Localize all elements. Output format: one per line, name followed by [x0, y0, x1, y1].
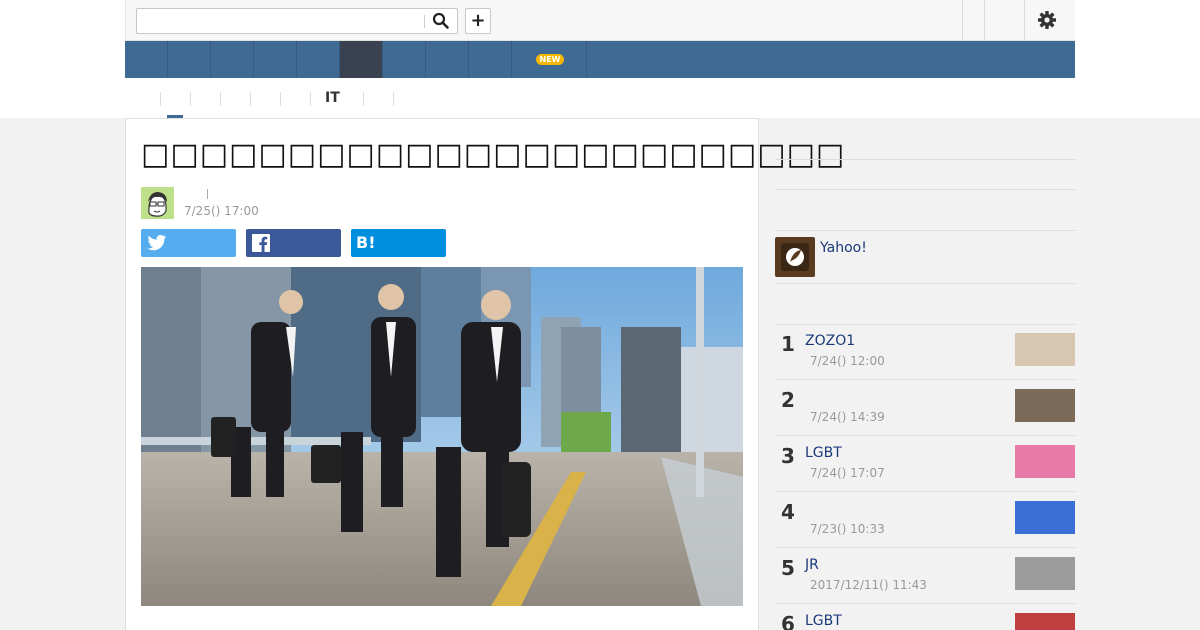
author-avatar[interactable] [141, 187, 174, 219]
rank-date: 7/24() 12:00 [810, 354, 885, 368]
rank-number: 6 [781, 612, 795, 630]
rank-number: 4 [781, 500, 795, 524]
ranking-item[interactable]: 5 JR 2017/12/11() 11:43 [775, 548, 1075, 604]
subnav-divider [190, 92, 191, 106]
sidebar-divider [775, 159, 1075, 160]
rank-thumbnail[interactable] [1015, 389, 1075, 422]
rank-title[interactable]: JR [805, 557, 819, 573]
rank-date: 7/24() 14:39 [810, 410, 885, 424]
article-title: □□□□□□□□□□□□□□□□□□□□□□□□ [141, 137, 846, 172]
header-divider [984, 0, 985, 40]
quill-icon[interactable] [775, 237, 815, 277]
rank-number: 2 [781, 388, 795, 412]
ranking-item[interactable]: 4 7/23() 10:33 [775, 492, 1075, 548]
nav-item[interactable] [211, 41, 254, 78]
ranking-item[interactable]: 6 LGBT [775, 604, 1075, 630]
add-button[interactable]: + [465, 8, 491, 34]
ranking-item[interactable]: 2 7/24() 14:39 [775, 380, 1075, 436]
sidebar-divider [775, 189, 1075, 190]
yahoo-link[interactable]: Yahoo! [820, 240, 867, 256]
subnav-divider [310, 92, 311, 106]
nav-item-active[interactable] [340, 41, 383, 78]
rank-title[interactable]: ZOZO1 [805, 333, 855, 349]
rank-number: 1 [781, 332, 795, 356]
twitter-share-button[interactable] [141, 229, 236, 257]
gear-icon[interactable] [1037, 10, 1057, 30]
nav-item[interactable] [469, 41, 512, 78]
twitter-icon [147, 235, 167, 251]
facebook-share-button[interactable] [246, 229, 341, 257]
main-nav: NEW [125, 41, 1075, 78]
nav-item[interactable] [297, 41, 340, 78]
rank-thumbnail[interactable] [1015, 613, 1075, 630]
nav-item[interactable] [426, 41, 469, 78]
header-divider [962, 0, 963, 40]
rank-date: 7/23() 10:33 [810, 522, 885, 536]
nav-item[interactable] [383, 41, 426, 78]
search-icon[interactable] [432, 12, 452, 30]
rank-thumbnail[interactable] [1015, 501, 1075, 534]
nav-item[interactable] [168, 41, 211, 78]
sub-nav: IT [125, 78, 1075, 119]
hatena-icon: B! [356, 233, 376, 252]
article-panel: □□□□□□□□□□□□□□□□□□□□□□□□ 7/25() 17:00 B! [125, 118, 844, 630]
new-badge: NEW [536, 54, 564, 65]
facebook-icon [252, 234, 270, 252]
rank-number: 3 [781, 444, 795, 468]
rank-date: 2017/12/11() 11:43 [810, 578, 927, 592]
rank-thumbnail[interactable] [1015, 333, 1075, 366]
rank-number: 5 [781, 556, 795, 580]
search-divider [424, 15, 425, 28]
subnav-divider [250, 92, 251, 106]
hatena-bookmark-button[interactable]: B! [351, 229, 446, 257]
ranking-item[interactable]: 1 ZOZO1 7/24() 12:00 [775, 324, 1075, 380]
search-input[interactable] [139, 11, 419, 31]
subnav-divider [220, 92, 221, 106]
header-divider [1024, 0, 1025, 40]
rank-thumbnail[interactable] [1015, 557, 1075, 590]
article-date: 7/25() 17:00 [184, 204, 259, 218]
rank-date: 7/24() 17:07 [810, 466, 885, 480]
nav-item[interactable] [254, 41, 297, 78]
subnav-divider [160, 92, 161, 106]
nav-item[interactable] [125, 41, 168, 78]
search-box [136, 8, 458, 34]
subnav-divider [393, 92, 394, 106]
subnav-divider [363, 92, 364, 106]
sidebar-divider [775, 230, 1075, 231]
site-header: + [125, 0, 1075, 41]
rank-thumbnail[interactable] [1015, 445, 1075, 478]
rank-title[interactable]: LGBT [805, 613, 842, 629]
article-photo [141, 267, 743, 606]
subnav-item-it[interactable]: IT [325, 90, 340, 106]
subnav-divider [280, 92, 281, 106]
ranking-item[interactable]: 3 LGBT 7/24() 17:07 [775, 436, 1075, 492]
rank-title[interactable]: LGBT [805, 445, 842, 461]
sidebar-divider [775, 283, 1075, 284]
byline-divider [207, 189, 208, 199]
